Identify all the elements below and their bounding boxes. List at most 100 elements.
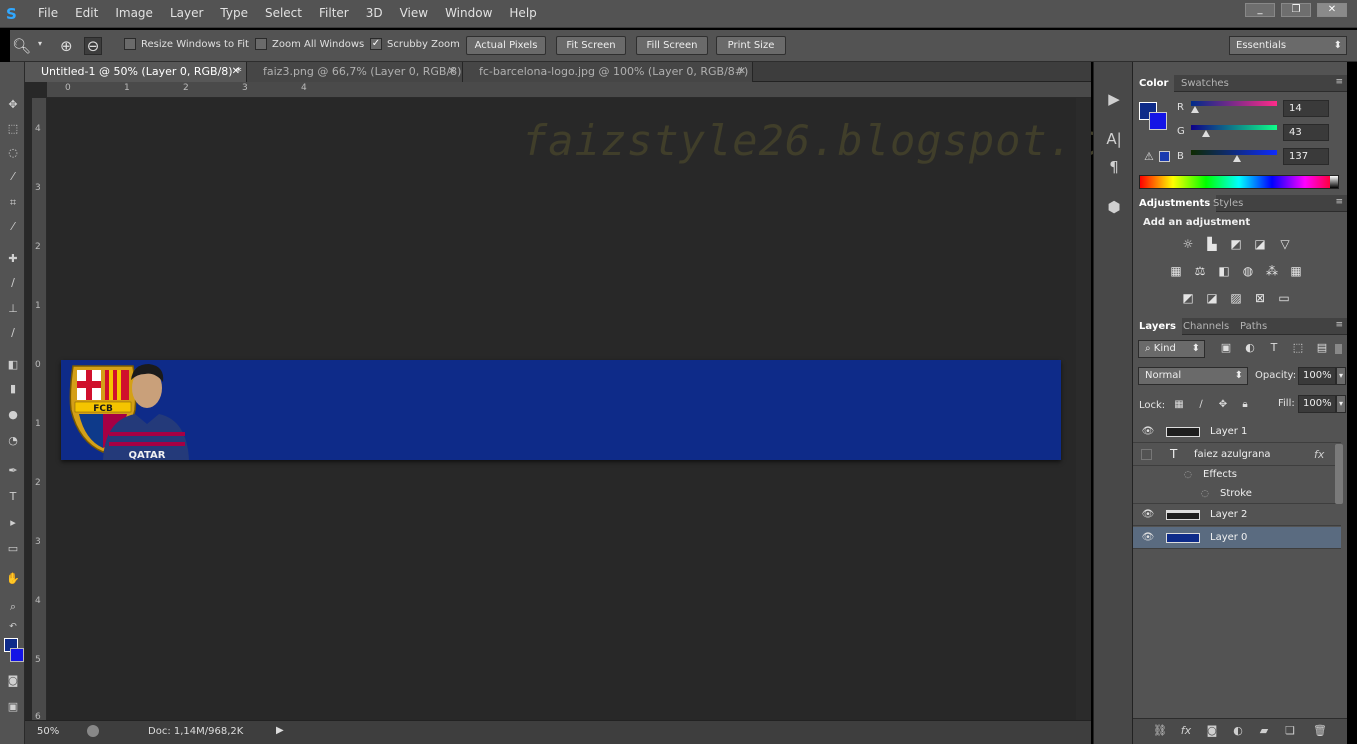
fill-input[interactable]: 100% <box>1298 395 1336 413</box>
pen-tool-icon[interactable]: ✒ <box>6 464 20 478</box>
background-color-swatch[interactable] <box>10 648 24 662</box>
crop-tool-icon[interactable]: ⌗ <box>6 196 20 210</box>
scrubby-zoom-box[interactable]: ✓ <box>370 38 382 50</box>
info-icon[interactable] <box>87 725 99 737</box>
delete-layer-icon[interactable]: 🗑︎ <box>1313 724 1327 738</box>
stroke-eye-icon[interactable]: ◌ <box>1201 489 1209 499</box>
tab-untitled-1[interactable]: Untitled-1 @ 50% (Layer 0, RGB/8) * ✕ <box>25 62 247 82</box>
layer-effects-fx-icon[interactable]: fx <box>1314 448 1324 461</box>
eraser-tool-icon[interactable]: ◧ <box>6 358 20 372</box>
filter-toggle-icon[interactable] <box>1335 344 1342 354</box>
blue-slider[interactable] <box>1191 150 1277 162</box>
zoom-tool-icon[interactable]: 🔍︎ <box>12 37 31 55</box>
filter-shape-icon[interactable]: ⬚ <box>1291 341 1305 355</box>
panel-menu-icon[interactable]: ≡ <box>1335 77 1343 87</box>
vertical-scrollbar[interactable] <box>1076 98 1091 720</box>
filter-smart-object-icon[interactable]: ▤ <box>1315 341 1329 355</box>
zoom-out-icon[interactable]: ⊖ <box>84 37 102 55</box>
layer-effects-row[interactable]: ◌ Effects <box>1133 466 1341 485</box>
minimize-button[interactable]: _ <box>1245 3 1275 17</box>
vibrance-icon[interactable]: ▽ <box>1277 237 1293 251</box>
levels-icon[interactable]: ▙ <box>1204 237 1220 251</box>
fit-screen-button[interactable]: Fit Screen <box>556 36 626 55</box>
menu-3d[interactable]: 3D <box>366 6 392 20</box>
shape-tool-icon[interactable]: ▭ <box>6 542 20 556</box>
gradient-map-icon[interactable]: ▭ <box>1276 291 1292 305</box>
threshold-icon[interactable]: ▨ <box>1228 291 1244 305</box>
close-tab-icon[interactable]: ✕ <box>738 62 746 82</box>
play-actions-icon[interactable]: ▶ <box>1105 90 1123 108</box>
black-white-icon[interactable]: ◧ <box>1216 264 1232 278</box>
new-group-icon[interactable]: ▰ <box>1257 724 1271 738</box>
menu-edit[interactable]: Edit <box>75 6 107 20</box>
color-panel-background-swatch[interactable] <box>1149 112 1167 130</box>
menu-type[interactable]: Type <box>220 6 257 20</box>
quick-mask-icon[interactable]: ◙ <box>6 674 20 688</box>
color-spectrum-bar[interactable] <box>1139 175 1339 189</box>
filter-pixel-icon[interactable]: ▣ <box>1219 341 1233 355</box>
filter-adjustment-icon[interactable]: ◐ <box>1243 341 1257 355</box>
visibility-eye-icon[interactable]: 👁︎ <box>1141 426 1155 438</box>
tab-color[interactable]: Color <box>1133 75 1175 92</box>
opacity-dropdown-icon[interactable]: ▾ <box>1336 367 1346 385</box>
lasso-tool-icon[interactable]: ◌ <box>6 146 20 160</box>
fill-dropdown-icon[interactable]: ▾ <box>1336 395 1346 413</box>
workspace-select[interactable]: Essentials ⬍ <box>1229 36 1347 55</box>
layer-name[interactable]: Layer 1 <box>1210 426 1247 437</box>
exposure-icon[interactable]: ◪ <box>1252 237 1268 251</box>
tab-adjustments[interactable]: Adjustments <box>1133 195 1217 212</box>
layer-name[interactable]: Layer 2 <box>1210 509 1247 520</box>
brightness-contrast-icon[interactable]: ☼ <box>1180 237 1196 251</box>
tab-styles[interactable]: Styles <box>1207 195 1249 212</box>
tab-paths[interactable]: Paths <box>1234 318 1273 335</box>
layer-row[interactable]: 👁︎ Layer 1 <box>1133 421 1341 443</box>
layer-stroke-row[interactable]: ◌ Stroke <box>1133 485 1341 504</box>
banner-layer[interactable]: FCB QATAR <box>61 360 1061 460</box>
green-value-input[interactable]: 43 <box>1283 124 1329 141</box>
add-mask-icon[interactable]: ◙ <box>1205 724 1219 738</box>
scrubby-zoom-checkbox[interactable]: ✓ Scrubby Zoom <box>370 38 460 50</box>
resize-windows-box[interactable] <box>124 38 136 50</box>
layer-filter-kind-select[interactable]: ⌕ Kind ⬍ <box>1138 340 1205 358</box>
effects-eye-icon[interactable]: ◌ <box>1184 470 1192 480</box>
photo-filter-icon[interactable]: ◍ <box>1240 264 1256 278</box>
layer-name[interactable]: Layer 0 <box>1210 532 1247 543</box>
paragraph-panel-icon[interactable]: ¶ <box>1105 158 1123 176</box>
opacity-input[interactable]: 100% <box>1298 367 1336 385</box>
new-adjustment-layer-icon[interactable]: ◐ <box>1231 724 1245 738</box>
zoom-all-checkbox[interactable]: Zoom All Windows <box>255 38 364 50</box>
tab-layers[interactable]: Layers <box>1133 318 1182 335</box>
menu-select[interactable]: Select <box>265 6 311 20</box>
zoom-in-icon[interactable]: ⊕ <box>60 37 78 55</box>
layers-scrollbar[interactable] <box>1335 444 1343 504</box>
close-tab-icon[interactable]: ✕ <box>232 62 240 82</box>
blur-tool-icon[interactable]: ● <box>6 408 20 422</box>
resize-windows-checkbox[interactable]: Resize Windows to Fit <box>124 38 249 50</box>
layer-row[interactable]: 👁︎ Layer 2 <box>1133 504 1341 526</box>
close-tab-icon[interactable]: ✕ <box>448 62 456 82</box>
healing-brush-tool-icon[interactable]: ✚ <box>6 252 20 266</box>
layer-row-selected[interactable]: 👁︎ Layer 0 <box>1133 527 1341 549</box>
layer-name[interactable]: faiez azulgrana <box>1194 449 1271 460</box>
invert-icon[interactable]: ◩ <box>1180 291 1196 305</box>
out-of-gamut-warning-icon[interactable]: ⚠ <box>1144 150 1154 163</box>
eyedropper-tool-icon[interactable]: ⁄ <box>6 220 20 234</box>
3d-panel-icon[interactable]: ⬢ <box>1105 198 1123 216</box>
brush-tool-icon[interactable]: ∕ <box>6 276 20 290</box>
menu-view[interactable]: View <box>400 6 437 20</box>
type-tool-icon[interactable]: T <box>6 490 20 504</box>
new-layer-icon[interactable]: ❏ <box>1283 724 1297 738</box>
curves-icon[interactable]: ◩ <box>1228 237 1244 251</box>
menu-help[interactable]: Help <box>509 6 545 20</box>
selective-color-icon[interactable]: ⊠ <box>1252 291 1268 305</box>
visibility-eye-icon[interactable]: 👁︎ <box>1141 509 1155 521</box>
blue-value-input[interactable]: 137 <box>1283 148 1329 165</box>
red-slider[interactable] <box>1191 101 1277 113</box>
visibility-eye-icon[interactable]: 👁︎ <box>1141 532 1155 544</box>
hue-saturation-icon[interactable]: ▦ <box>1168 264 1184 278</box>
fill-screen-button[interactable]: Fill Screen <box>636 36 708 55</box>
tab-faiz3[interactable]: faiz3.png @ 66,7% (Layer 0, RGB/8) ✕ <box>247 62 463 82</box>
hand-tool-icon[interactable]: ✋ <box>6 572 20 586</box>
canvas[interactable]: faizstyle26.blogspot.com FCB QATAR <box>47 98 1152 720</box>
red-slider-thumb[interactable] <box>1191 106 1200 113</box>
